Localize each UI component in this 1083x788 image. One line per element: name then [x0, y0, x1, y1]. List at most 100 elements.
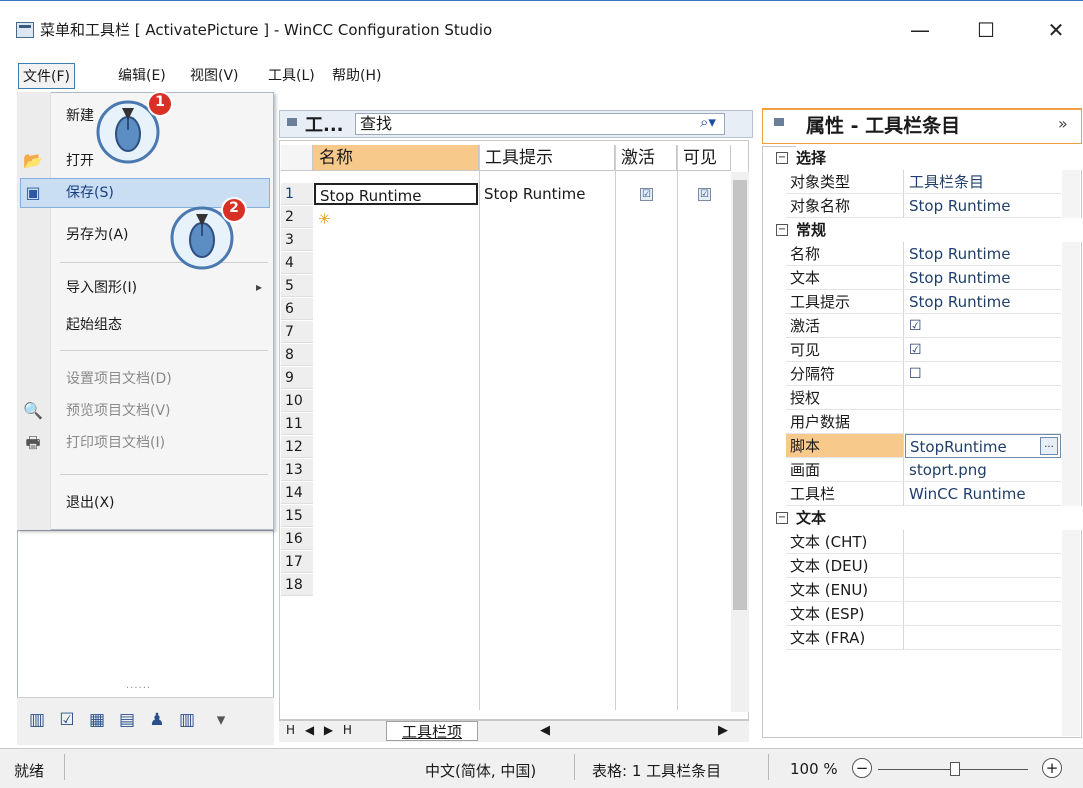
click-cursor-callout: 1 — [94, 90, 184, 180]
cell-visible-checkbox[interactable]: ☑ — [698, 188, 711, 201]
pin-icon[interactable] — [774, 118, 784, 126]
row-number[interactable]: 13 — [281, 459, 313, 481]
sheet-nav-icon[interactable]: H ◀ ▶ H — [286, 723, 355, 737]
menu-item-print-documentation[interactable]: 打印项目文档(I) — [66, 431, 165, 455]
splitter-handle[interactable]: ...... — [126, 680, 151, 691]
search-icon[interactable]: ⌕▾ — [700, 113, 716, 131]
property-value[interactable] — [905, 554, 1061, 578]
collapse-icon[interactable]: − — [776, 152, 788, 164]
column-header-active[interactable]: 激活 — [615, 145, 677, 171]
row-number[interactable]: 12 — [281, 436, 313, 458]
menu-view[interactable]: 视图(V) — [186, 63, 243, 89]
scroll-right-icon[interactable]: ▶ — [718, 723, 728, 738]
property-value[interactable]: Stop Runtime — [905, 290, 1061, 314]
row-number[interactable]: 9 — [281, 367, 313, 389]
row-number[interactable]: 2 — [281, 206, 313, 228]
reports-editor-icon[interactable]: ▥ — [178, 711, 196, 729]
menu-item-new[interactable]: 新建 — [66, 104, 94, 128]
property-checkbox[interactable]: ☐ — [905, 362, 1061, 386]
close-button[interactable]: ✕ — [1036, 14, 1076, 46]
property-value[interactable]: Stop Runtime — [905, 242, 1061, 266]
pin-icon[interactable] — [287, 118, 297, 126]
column-header-name[interactable]: 名称 — [313, 145, 479, 171]
status-bar — [0, 748, 1083, 788]
property-checkbox[interactable]: ☑ — [905, 314, 1061, 338]
mouse-cursor-icon — [96, 91, 173, 164]
property-value[interactable] — [905, 602, 1061, 626]
row-number[interactable]: 11 — [281, 413, 313, 435]
tags-editor-icon[interactable]: ▥ — [28, 711, 46, 729]
row-number[interactable]: 16 — [281, 528, 313, 550]
search-input[interactable]: 查找 — [355, 113, 725, 135]
row-number[interactable]: 10 — [281, 390, 313, 412]
column-header-visible[interactable]: 可见 — [677, 145, 731, 171]
zoom-out-button[interactable]: − — [852, 758, 872, 778]
menu-item-setup-documentation[interactable]: 设置项目文档(D) — [66, 367, 172, 391]
property-value[interactable]: WinCC Runtime — [905, 482, 1061, 506]
property-value[interactable]: 工具栏条目 — [905, 170, 1061, 194]
tab-toolbar-items[interactable]: 工具栏项 — [386, 721, 478, 741]
script-browse-button[interactable]: ... — [1040, 437, 1058, 455]
toolbar-items-grid — [279, 140, 749, 720]
cell-active-checkbox[interactable]: ☑ — [640, 188, 653, 201]
property-name: 文本 (DEU) — [786, 554, 904, 578]
row-number[interactable]: 6 — [281, 298, 313, 320]
property-value[interactable] — [905, 410, 1061, 434]
click-cursor-callout: 2 — [168, 196, 258, 286]
toolbox-more-icon[interactable]: ▾ — [212, 711, 230, 729]
row-number[interactable]: 17 — [281, 551, 313, 573]
scroll-left-icon[interactable]: ◀ — [540, 723, 550, 738]
property-checkbox[interactable]: ☑ — [905, 338, 1061, 362]
property-value[interactable]: Stop Runtime — [905, 266, 1061, 290]
new-row-icon[interactable]: ✳ — [318, 210, 331, 228]
menu-item-preview-documentation[interactable]: 预览项目文档(V) — [66, 399, 171, 423]
row-number[interactable]: 1 — [281, 183, 313, 205]
property-value[interactable] — [905, 578, 1061, 602]
property-value[interactable] — [905, 386, 1061, 410]
cell-tooltip[interactable]: Stop Runtime — [480, 183, 614, 205]
menu-item-save-as[interactable]: 另存为(A) — [66, 223, 129, 247]
alarms-editor-icon[interactable]: ☑ — [58, 711, 76, 729]
menu-help[interactable]: 帮助(H) — [328, 63, 385, 89]
property-value[interactable] — [905, 626, 1061, 650]
row-number[interactable]: 4 — [281, 252, 313, 274]
menu-item-import-graphics[interactable]: 导入图形(I) — [66, 276, 137, 300]
row-number[interactable]: 18 — [281, 574, 313, 596]
column-header-tooltip[interactable]: 工具提示 — [479, 145, 615, 171]
menu-item-exit[interactable]: 退出(X) — [66, 491, 115, 515]
archive-editor-icon[interactable]: ▦ — [88, 711, 106, 729]
collapse-icon[interactable]: − — [776, 512, 788, 524]
property-name: 文本 (FRA) — [786, 626, 904, 650]
zoom-slider-thumb[interactable] — [950, 762, 960, 776]
minimize-button[interactable]: — — [900, 14, 940, 46]
row-number[interactable]: 14 — [281, 482, 313, 504]
cell-name[interactable]: Stop Runtime — [314, 183, 478, 205]
row-number[interactable]: 8 — [281, 344, 313, 366]
property-value[interactable]: stoprt.png — [905, 458, 1061, 482]
text-editor-icon[interactable]: ▤ — [118, 711, 136, 729]
menu-file[interactable]: 文件(F) — [18, 63, 75, 89]
property-value[interactable]: Stop Runtime — [905, 194, 1061, 218]
menu-item-save[interactable]: 保存(S) — [66, 181, 114, 205]
maximize-button[interactable]: ☐ — [966, 14, 1006, 46]
status-separator — [64, 754, 65, 780]
expand-icon[interactable]: » — [1058, 114, 1068, 133]
menu-item-getting-started[interactable]: 起始组态 — [66, 313, 122, 337]
row-number[interactable]: 3 — [281, 229, 313, 251]
preview-icon: 🔍 — [23, 401, 43, 420]
property-value[interactable]: StopRuntime — [905, 434, 1061, 458]
menu-item-open[interactable]: 打开 — [66, 149, 94, 173]
menu-separator — [60, 474, 268, 475]
corner-cell[interactable] — [281, 145, 313, 171]
grid-scroll-thumb[interactable] — [733, 180, 747, 610]
row-number[interactable]: 5 — [281, 275, 313, 297]
row-number[interactable]: 15 — [281, 505, 313, 527]
zoom-in-button[interactable]: + — [1042, 758, 1062, 778]
property-value[interactable] — [905, 530, 1061, 554]
row-number[interactable]: 7 — [281, 321, 313, 343]
grid-column-divider — [479, 145, 480, 710]
menu-tools[interactable]: 工具(L) — [264, 63, 319, 89]
collapse-icon[interactable]: − — [776, 224, 788, 236]
user-editor-icon[interactable]: ♟ — [148, 711, 166, 729]
menu-edit[interactable]: 编辑(E) — [114, 63, 170, 89]
